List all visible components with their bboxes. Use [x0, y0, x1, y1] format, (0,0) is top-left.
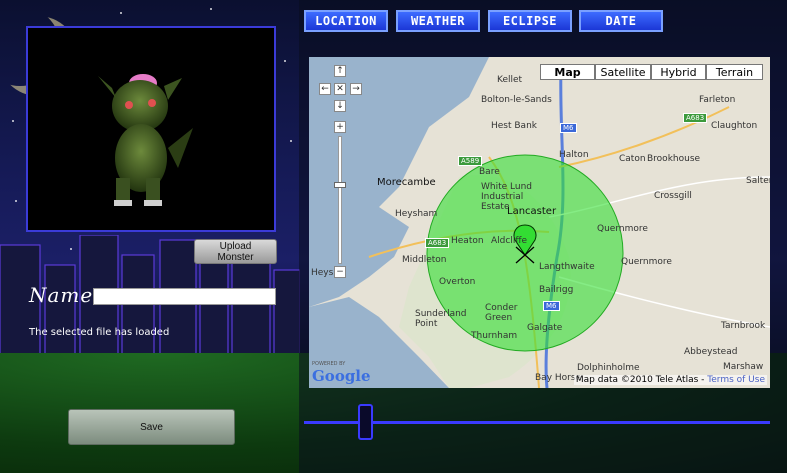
tab-eclipse[interactable]: ECLIPSE: [488, 10, 572, 32]
map-label: Conder Green: [485, 303, 518, 323]
map-type-terrain-button[interactable]: Terrain: [706, 64, 763, 80]
map-label: Hest Bank: [491, 121, 537, 131]
map-type-hybrid-button[interactable]: Hybrid: [651, 64, 706, 80]
map-label: Middleton: [402, 255, 447, 265]
map-label: Aldcliffe: [491, 236, 528, 246]
map-label: Lancaster: [507, 206, 557, 217]
map-label: Farleton: [699, 95, 736, 105]
star: [210, 8, 212, 10]
map-label: Brookhouse: [647, 154, 701, 164]
map-label: Quernmore: [621, 257, 672, 267]
map-label: Abbeystead: [684, 347, 738, 357]
road-shield: M6: [560, 123, 577, 133]
save-button[interactable]: Save: [68, 409, 235, 445]
name-label: Name:: [29, 283, 101, 307]
map-label: Morecambe: [377, 177, 436, 188]
map-label: Langthwaite: [539, 262, 595, 272]
location-map[interactable]: Kellet Farleton Bolton-le-Sands Claughto…: [309, 57, 770, 388]
map-label: Tarnbrook: [721, 321, 766, 331]
road-shield: A683: [425, 238, 450, 248]
map-label: Overton: [439, 277, 476, 287]
zoom-slider-handle[interactable]: [334, 182, 346, 189]
map-label: Kellet: [497, 75, 523, 85]
monster-name-input[interactable]: [93, 288, 276, 305]
map-label: Quernmore: [597, 224, 648, 234]
map-label: Heaton: [451, 236, 484, 246]
zoom-in-icon[interactable]: +: [334, 121, 346, 133]
star: [12, 120, 14, 122]
google-logo: POWERED BY Google: [312, 361, 371, 385]
map-credit-text: Map data ©2010 Tele Atlas -: [575, 375, 705, 385]
map-label: Galgate: [527, 323, 563, 333]
google-logo-text: Google: [312, 367, 371, 385]
map-label: Heysham: [395, 209, 438, 219]
monster-image: [98, 74, 193, 206]
map-credit: Map data ©2010 Tele Atlas - Terms of Use: [573, 375, 767, 385]
upload-status-text: The selected file has loaded: [29, 327, 170, 338]
map-label: Bailrigg: [539, 285, 574, 295]
map-label: Bolton-le-Sands: [481, 95, 552, 105]
map-label: Crossgill: [654, 191, 692, 201]
terms-of-use-link[interactable]: Terms of Use: [707, 375, 765, 385]
pan-down-icon[interactable]: ↓: [334, 100, 346, 112]
map-label: Claughton: [711, 121, 758, 131]
upload-monster-button[interactable]: Upload Monster: [194, 239, 277, 264]
pan-center-icon[interactable]: ✕: [334, 83, 346, 95]
tab-location[interactable]: LOCATION: [304, 10, 388, 32]
star: [284, 60, 286, 62]
map-label: Halton: [559, 150, 589, 160]
road-shield: A589: [458, 156, 483, 166]
map-type-satellite-button[interactable]: Satellite: [595, 64, 651, 80]
map-label: Marshaw: [723, 362, 764, 372]
pan-left-icon[interactable]: ←: [319, 83, 331, 95]
road-shield: A683: [683, 113, 708, 123]
pan-right-icon[interactable]: →: [350, 83, 362, 95]
star: [120, 12, 122, 14]
tab-date[interactable]: DATE: [579, 10, 663, 32]
timeline-slider-handle[interactable]: [358, 404, 374, 440]
map-label: Salter: [746, 176, 770, 186]
pan-up-icon[interactable]: ↑: [334, 65, 346, 77]
map-canvas: [309, 57, 770, 388]
tab-weather[interactable]: WEATHER: [396, 10, 480, 32]
star: [290, 140, 292, 142]
monster-preview: [26, 26, 276, 232]
map-type-map-button[interactable]: Map: [540, 64, 595, 80]
map-label: Bare: [479, 167, 500, 177]
map-label: Caton: [619, 154, 646, 164]
map-label: Dolphinholme: [577, 363, 640, 373]
zoom-slider-track[interactable]: [338, 136, 342, 264]
road-shield: M6: [543, 301, 560, 311]
map-label: Thurnham: [471, 331, 518, 341]
map-label: Sunderland Point: [415, 309, 467, 329]
timeline-slider-track[interactable]: [304, 421, 770, 424]
zoom-out-icon[interactable]: −: [334, 266, 346, 278]
star: [15, 200, 17, 202]
